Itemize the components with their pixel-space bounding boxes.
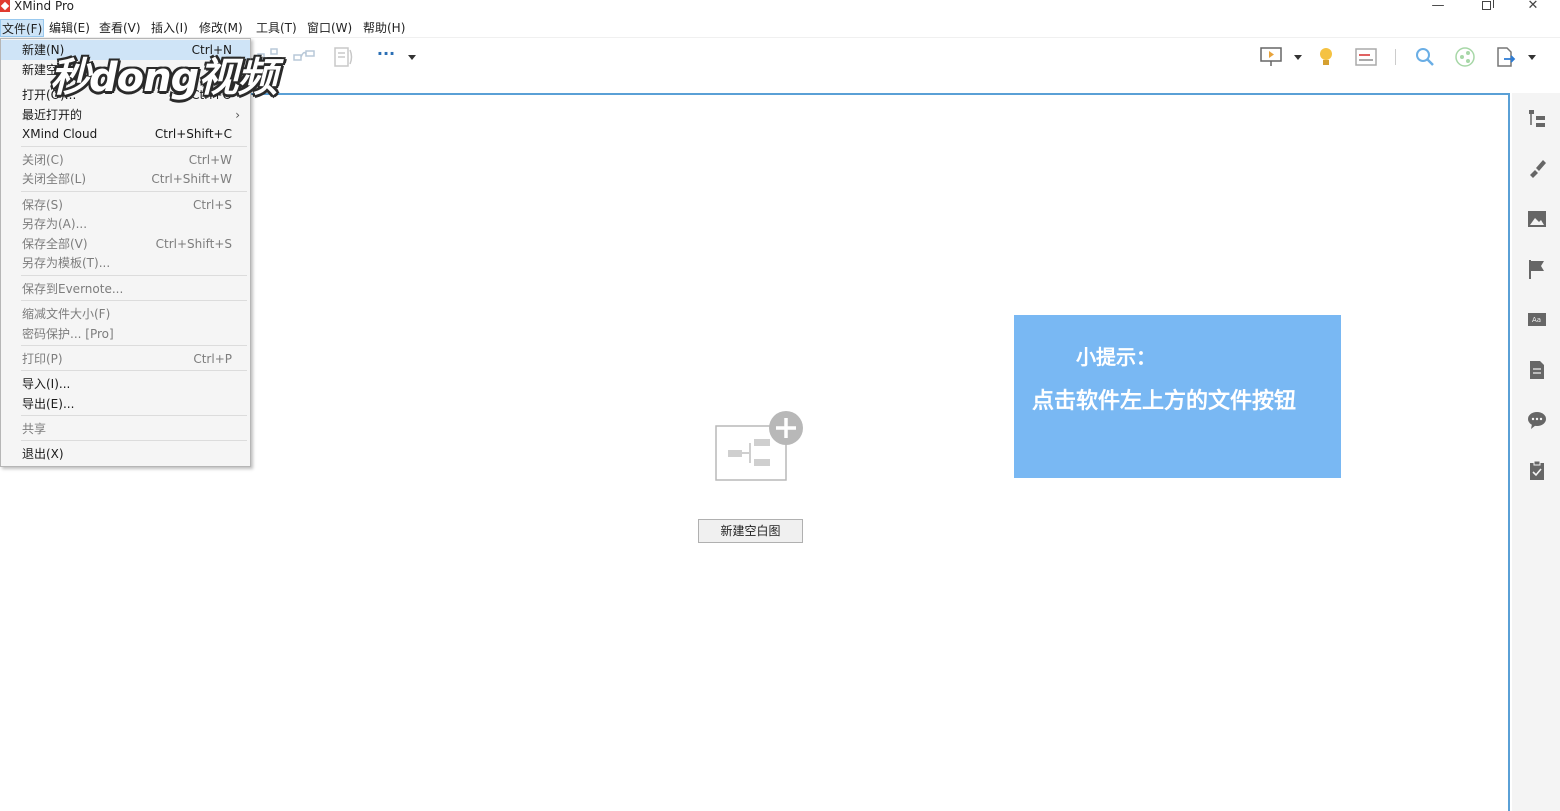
video-watermark: 秒dong视频 (50, 55, 277, 101)
file-menu-close-all[interactable]: 关闭全部(L) Ctrl+Shift+W (1, 169, 250, 189)
restore-button[interactable] (1471, 0, 1501, 14)
notes-icon[interactable] (1526, 359, 1548, 381)
file-menu-export[interactable]: 导出(E)... (1, 394, 250, 414)
new-blank-map-icon[interactable] (712, 410, 808, 486)
menu-separator (21, 370, 247, 371)
svg-text:Aa: Aa (1532, 316, 1541, 324)
file-menu-import[interactable]: 导入(I)... (1, 374, 250, 394)
share-icon[interactable] (1453, 46, 1477, 68)
menu-separator (21, 191, 247, 192)
submenu-arrow-icon: › (235, 108, 240, 122)
menu-file[interactable]: 文件(F) (0, 19, 45, 37)
export-icon[interactable] (1494, 46, 1518, 68)
close-button[interactable]: ✕ (1518, 0, 1548, 14)
file-menu-save-all[interactable]: 保存全部(V) Ctrl+Shift+S (1, 234, 250, 254)
format-icon[interactable] (1526, 157, 1548, 179)
file-menu-share[interactable]: 共享 (1, 419, 250, 439)
menu-tools[interactable]: 工具(T) (255, 19, 298, 37)
menu-separator (21, 440, 247, 441)
tip-title: 小提示： (1076, 345, 1156, 369)
menu-separator (21, 146, 247, 147)
gantt-icon[interactable] (1354, 46, 1378, 68)
xmind-logo-icon (0, 0, 10, 12)
comment-icon[interactable] (1526, 409, 1548, 431)
restore-icon (1481, 0, 1494, 10)
file-menu-reduce-size[interactable]: 缩减文件大小(F) (1, 304, 250, 324)
search-icon[interactable] (1413, 46, 1437, 68)
new-blank-map-button[interactable]: 新建空白图 (698, 519, 803, 543)
marker-icon[interactable] (1526, 258, 1548, 280)
export-dropdown-icon[interactable] (1528, 55, 1536, 60)
right-sidebar: Aa (1512, 93, 1560, 811)
menu-separator (21, 275, 247, 276)
file-menu-save-as[interactable]: 另存为(A)... (1, 214, 250, 234)
minimize-button[interactable]: — (1423, 0, 1453, 14)
file-menu-recent[interactable]: 最近打开的 › (1, 105, 250, 125)
outline-icon[interactable] (1526, 107, 1548, 129)
title-bar: XMind Pro — ✕ (0, 0, 1560, 16)
menu-help[interactable]: 帮助(H) (362, 19, 406, 37)
file-menu-save-as-template[interactable]: 另存为模板(T)... (1, 253, 250, 273)
file-menu-save[interactable]: 保存(S) Ctrl+S (1, 195, 250, 215)
menu-separator (21, 300, 247, 301)
file-menu-print[interactable]: 打印(P) Ctrl+P (1, 349, 250, 369)
more-icon[interactable]: ··· (374, 44, 398, 66)
relationship-icon[interactable] (292, 46, 316, 68)
idea-icon[interactable] (1314, 46, 1338, 68)
presentation-icon[interactable] (1259, 46, 1283, 68)
file-menu-close[interactable]: 关闭(C) Ctrl+W (1, 150, 250, 170)
menu-window[interactable]: 窗口(W) (306, 19, 353, 37)
file-menu-exit[interactable]: 退出(X) (1, 444, 250, 464)
toolbar-separator (1395, 49, 1396, 65)
menu-bar: 文件(F) 编辑(E) 查看(V) 插入(I) 修改(M) 工具(T) 窗口(W… (0, 17, 1560, 38)
label-icon[interactable]: Aa (1526, 309, 1548, 331)
boundary-icon[interactable] (332, 46, 356, 68)
task-icon[interactable] (1526, 459, 1548, 481)
menu-separator (21, 345, 247, 346)
file-menu-save-evernote[interactable]: 保存到Evernote... (1, 279, 250, 299)
file-menu-password[interactable]: 密码保护... [Pro] (1, 324, 250, 344)
menu-separator (21, 415, 247, 416)
image-icon[interactable] (1526, 208, 1548, 230)
menu-edit[interactable]: 编辑(E) (48, 19, 91, 37)
menu-insert[interactable]: 插入(I) (150, 19, 189, 37)
window-title: XMind Pro (14, 0, 74, 13)
more-dropdown-icon[interactable] (408, 55, 416, 60)
tip-text: 点击软件左上方的文件按钮 (1032, 389, 1297, 414)
menu-view[interactable]: 查看(V) (98, 19, 142, 37)
presentation-dropdown-icon[interactable] (1294, 55, 1302, 60)
tip-overlay: 小提示： 点击软件左上方的文件按钮 (1014, 315, 1341, 478)
menu-modify[interactable]: 修改(M) (198, 19, 244, 37)
file-menu-xmind-cloud[interactable]: XMind Cloud Ctrl+Shift+C (1, 124, 250, 144)
